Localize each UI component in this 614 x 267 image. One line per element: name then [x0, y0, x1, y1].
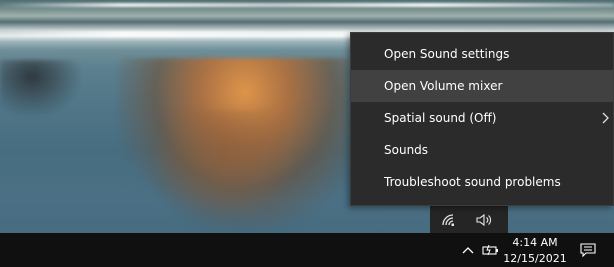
wallpaper-reflection	[0, 60, 80, 115]
clock-date: 12/15/2021	[503, 252, 567, 265]
menu-item-open-volume-mixer[interactable]: Open Volume mixer	[351, 70, 613, 102]
chevron-right-icon	[601, 102, 609, 134]
menu-item-spatial-sound[interactable]: Spatial sound (Off)	[351, 102, 613, 134]
menu-item-label: Troubleshoot sound problems	[384, 175, 561, 189]
wave-highlight	[0, 3, 614, 7]
clock-time: 4:14 AM	[512, 236, 558, 249]
taskbar-clock[interactable]: 4:14 AM 12/15/2021	[500, 233, 570, 267]
wallpaper-reflection	[150, 110, 300, 220]
wifi-icon[interactable]	[438, 206, 460, 233]
menu-item-label: Sounds	[384, 143, 429, 157]
sound-context-menu: Open Sound settings Open Volume mixer Sp…	[350, 32, 614, 206]
menu-item-label: Open Volume mixer	[384, 79, 503, 93]
speaker-icon[interactable]	[474, 206, 496, 233]
notification-icon[interactable]	[576, 233, 600, 267]
chevron-up-icon[interactable]	[458, 233, 478, 267]
tray-icon-strip	[430, 206, 508, 233]
menu-item-troubleshoot[interactable]: Troubleshoot sound problems	[351, 166, 613, 198]
battery-icon[interactable]	[480, 233, 502, 267]
menu-item-label: Open Sound settings	[384, 47, 510, 61]
menu-item-open-sound-settings[interactable]: Open Sound settings	[351, 38, 613, 70]
menu-item-label: Spatial sound (Off)	[384, 111, 497, 125]
menu-item-sounds[interactable]: Sounds	[351, 134, 613, 166]
